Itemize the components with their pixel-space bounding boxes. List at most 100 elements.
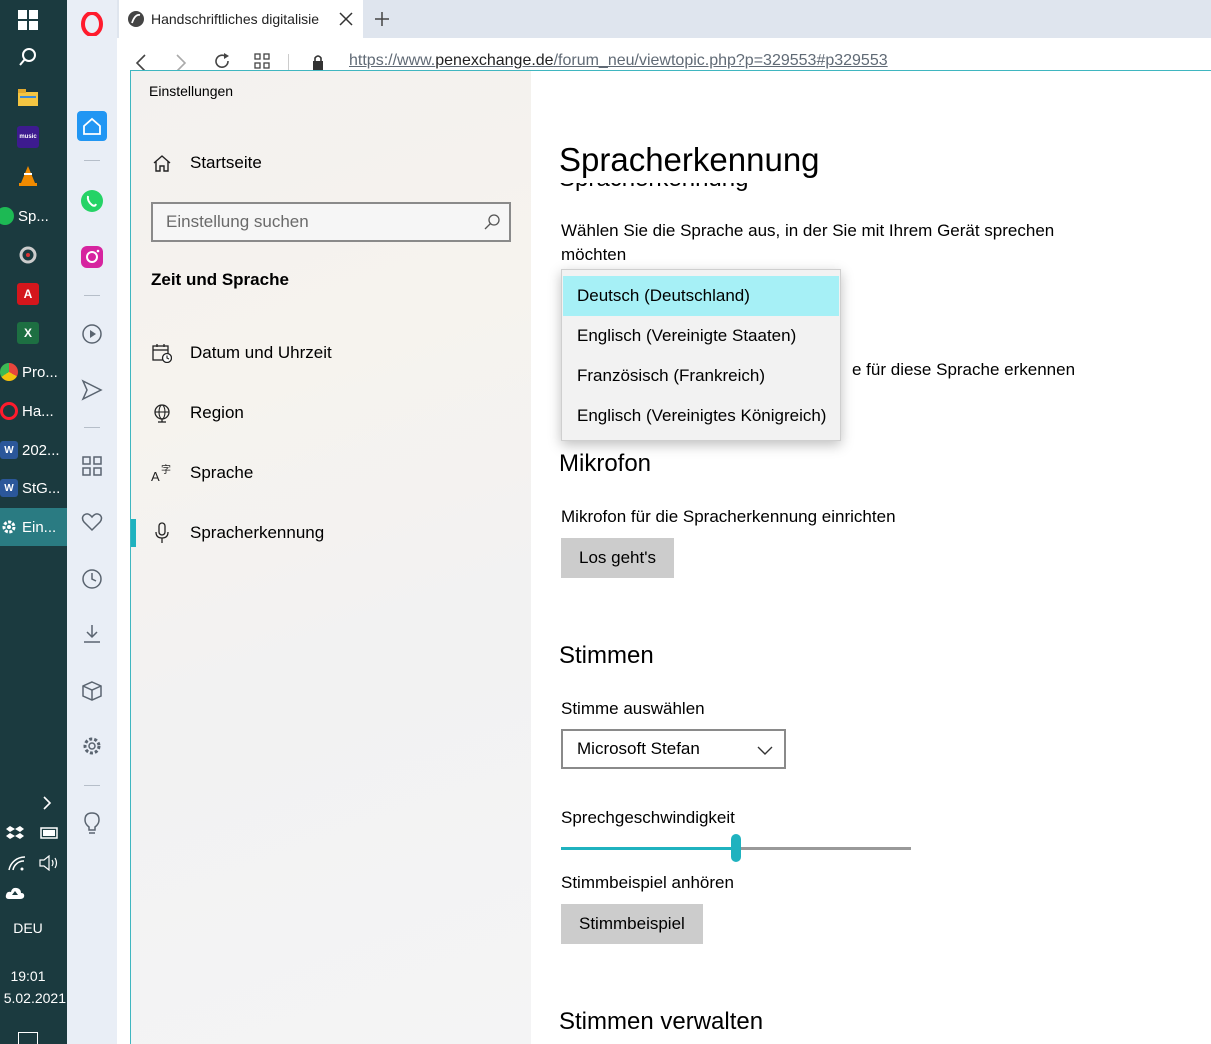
nav-item-label: Datum und Uhrzeit xyxy=(190,343,332,362)
wifi-icon[interactable] xyxy=(6,852,28,874)
settings-search[interactable] xyxy=(151,202,511,242)
sidebar-flow[interactable] xyxy=(79,377,105,403)
folder-icon xyxy=(17,87,39,109)
clock-time[interactable]: 19:01 xyxy=(0,968,56,984)
new-tab-icon[interactable] xyxy=(374,11,390,27)
taskbar-app-sync[interactable] xyxy=(0,237,67,273)
speed-dial-button[interactable] xyxy=(77,111,107,141)
taskbar-explorer[interactable] xyxy=(0,80,67,116)
sidebar-bookmarks[interactable] xyxy=(79,509,105,535)
taskbar-app-opera[interactable]: Ha... xyxy=(0,393,67,429)
taskbar-app-spotify[interactable]: Sp... xyxy=(0,198,67,234)
battery-icon[interactable] xyxy=(38,822,60,844)
taskbar-app-word-2[interactable]: W StG... xyxy=(0,470,67,506)
language-option[interactable]: Englisch (Vereinigtes Königreich) xyxy=(563,396,839,436)
site-favicon-icon xyxy=(128,11,144,27)
lock-icon[interactable] xyxy=(312,54,324,70)
opera-logo-icon xyxy=(81,12,103,36)
send-icon xyxy=(81,379,103,401)
mic-heading: Mikrofon xyxy=(559,450,652,477)
settings-nav-pane: Einstellungen Startseite Zeit und Sprach… xyxy=(131,71,531,1044)
browser-tab[interactable]: Handschriftliches digitalisie xyxy=(119,0,363,38)
nav-item-label: Region xyxy=(190,403,244,422)
nav-home[interactable]: Startseite xyxy=(131,143,531,183)
taskbar-app-label: Pro... xyxy=(22,363,58,381)
reload-icon[interactable] xyxy=(213,52,231,70)
tabs-grid-icon[interactable] xyxy=(254,53,270,69)
svg-text:A: A xyxy=(151,469,160,483)
sync-circle-icon xyxy=(17,244,39,266)
voice-sample-button[interactable]: Stimmbeispiel xyxy=(561,904,703,944)
download-icon xyxy=(84,625,100,643)
sidebar-divider xyxy=(84,295,100,296)
sidebar-history[interactable] xyxy=(79,566,105,592)
mic-setup-button[interactable]: Los geht's xyxy=(561,538,674,578)
voice-select[interactable]: Microsoft Stefan xyxy=(561,729,786,769)
taskbar-app-acrobat[interactable]: A xyxy=(0,276,67,312)
sidebar-settings[interactable] xyxy=(79,733,105,759)
sidebar-downloads[interactable] xyxy=(79,621,105,647)
tab-strip: Handschriftliches digitalisie xyxy=(117,0,1211,38)
taskbar-app-label: 202... xyxy=(22,441,60,459)
nav-item-spracherkennung[interactable]: Spracherkennung xyxy=(131,513,531,553)
instagram-icon xyxy=(81,246,103,268)
voice-select-label: Stimme auswählen xyxy=(561,699,705,718)
tab-title: Handschriftliches digitalisie xyxy=(151,11,320,27)
language-dropdown-list: Deutsch (Deutschland) Englisch (Vereinig… xyxy=(561,269,841,441)
chevron-down-icon xyxy=(757,746,773,755)
sidebar-workspaces[interactable] xyxy=(79,453,105,479)
notification-icon[interactable] xyxy=(18,1032,38,1044)
nav-home-label: Startseite xyxy=(190,153,262,172)
start-button[interactable] xyxy=(0,2,67,38)
search-input[interactable] xyxy=(153,204,463,240)
taskbar-search-button[interactable] xyxy=(0,39,67,75)
url-prefix: https://www. xyxy=(349,52,436,69)
search-icon[interactable] xyxy=(483,213,501,231)
window-title: Einstellungen xyxy=(149,83,234,99)
speed-label: Sprechgeschwindigkeit xyxy=(561,808,735,827)
taskbar-app-settings[interactable]: Ein... xyxy=(0,508,67,546)
gear-icon xyxy=(83,737,101,755)
speed-slider[interactable] xyxy=(561,833,911,863)
speaker-icon[interactable] xyxy=(38,852,60,874)
cloud-upload-icon[interactable] xyxy=(4,882,26,904)
url-field[interactable]: https://www.penexchange.de/forum_neu/vie… xyxy=(349,52,888,70)
dropbox-icon[interactable] xyxy=(4,822,26,844)
sidebar-tips[interactable] xyxy=(79,810,105,836)
word-icon: W xyxy=(0,479,18,497)
taskbar-app-word-1[interactable]: W 202... xyxy=(0,432,67,468)
sidebar-divider xyxy=(84,785,100,786)
sidebar-instagram[interactable] xyxy=(79,244,105,270)
nav-item-datum-und-uhrzeit[interactable]: Datum und Uhrzeit xyxy=(131,333,531,373)
sidebar-whatsapp[interactable] xyxy=(79,188,105,214)
language-option[interactable]: Englisch (Vereinigte Staaten) xyxy=(563,316,839,356)
sample-label: Stimmbeispiel anhören xyxy=(561,873,734,892)
taskbar-app-chrome[interactable]: Pro... xyxy=(0,354,67,390)
language-icon: A字 xyxy=(151,462,173,484)
input-language-indicator[interactable]: DEU xyxy=(0,920,56,936)
sidebar-player[interactable] xyxy=(79,321,105,347)
settings-content: Spracherkennung Spracherkennung Wählen S… xyxy=(531,71,1211,1044)
language-option[interactable]: Französisch (Frankreich) xyxy=(563,356,839,396)
taskbar-vlc[interactable] xyxy=(0,158,67,194)
opera-sidebar xyxy=(67,0,117,1044)
slider-thumb[interactable] xyxy=(731,834,741,862)
sidebar-divider xyxy=(84,427,100,428)
nav-item-region[interactable]: Region xyxy=(131,393,531,433)
clock-date[interactable]: 5.02.2021 xyxy=(0,990,66,1006)
language-option[interactable]: Deutsch (Deutschland) xyxy=(563,276,839,316)
microphone-icon xyxy=(151,522,173,544)
taskbar-amazon-music[interactable]: music xyxy=(0,119,67,155)
voices-heading: Stimmen xyxy=(559,642,654,669)
taskbar-app-excel[interactable]: X xyxy=(0,315,67,351)
home-icon xyxy=(151,152,173,174)
sidebar-extensions[interactable] xyxy=(79,678,105,704)
accent-recognition-text: e für diese Sprache erkennen xyxy=(852,360,1076,379)
occluded-heading: Spracherkennung xyxy=(559,183,859,193)
grid-icon xyxy=(82,456,102,476)
windows-taskbar: music Sp... A X Pro... Ha... W 202... W … xyxy=(0,0,67,1044)
section-title: Zeit und Sprache xyxy=(151,270,289,289)
close-tab-icon[interactable] xyxy=(339,12,353,26)
nav-item-sprache[interactable]: A字 Sprache xyxy=(131,453,531,493)
opera-menu-button[interactable] xyxy=(79,11,105,37)
